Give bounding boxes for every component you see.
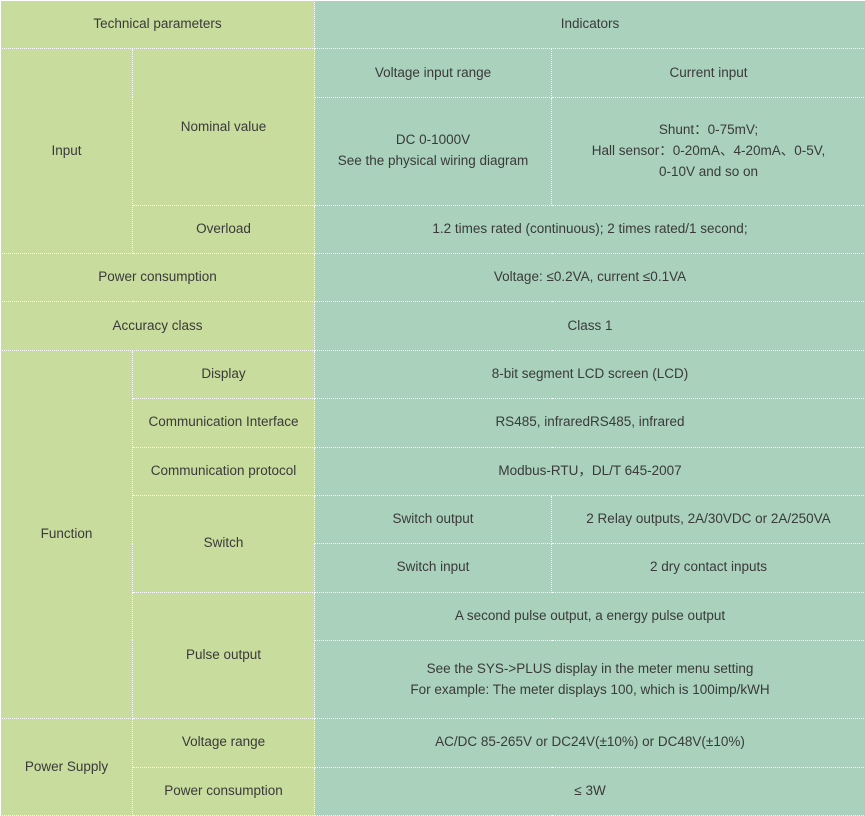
row-input-power-consumption: Power consumption Voltage: ≤0.2VA, curre… bbox=[0, 253, 865, 303]
row-display: Function Display 8-bit segment LCD scree… bbox=[0, 349, 865, 720]
section-label-input: Input bbox=[0, 48, 133, 255]
value-accuracy-class: Class 1 bbox=[314, 301, 865, 351]
row-label-supply-voltage-range: Voltage range bbox=[132, 718, 315, 768]
row-label-input-power-consumption: Power consumption bbox=[0, 253, 315, 303]
value-communication-protocol: Modbus-RTU，DL/T 645-2007 bbox=[314, 446, 865, 496]
row-label-overload: Overload bbox=[132, 204, 315, 255]
subheader-voltage-input-range: Voltage input range bbox=[314, 48, 552, 98]
value-display: 8-bit segment LCD screen (LCD) bbox=[314, 349, 865, 400]
sublabel-switch-output: Switch output bbox=[314, 494, 552, 545]
row-nominal-value-headers: Input Nominal value Voltage input range … bbox=[0, 48, 865, 255]
row-accuracy-class: Accuracy class Class 1 bbox=[0, 301, 865, 351]
subheader-current-input: Current input bbox=[551, 48, 865, 98]
value-supply-power-consumption: ≤ 3W bbox=[314, 766, 865, 816]
table-header-row: Technical parameters Indicators bbox=[0, 0, 865, 50]
value-switch-input: 2 dry contact inputs bbox=[551, 543, 865, 593]
value-voltage-input-range: DC 0-1000V See the physical wiring diagra… bbox=[314, 96, 552, 206]
row-label-supply-power-consumption: Power consumption bbox=[132, 766, 315, 816]
row-label-display: Display bbox=[132, 349, 315, 400]
value-switch-output: 2 Relay outputs, 2A/30VDC or 2A/250VA bbox=[551, 494, 865, 545]
row-label-accuracy-class: Accuracy class bbox=[0, 301, 315, 351]
row-label-communication-protocol: Communication protocol bbox=[132, 446, 315, 496]
section-label-power-supply: Power Supply bbox=[0, 718, 133, 816]
value-communication-interface: RS485, infraredRS485, infrared bbox=[314, 398, 865, 448]
technical-specification-table: Technical parameters Indicators Input No… bbox=[0, 0, 865, 816]
header-technical-parameters: Technical parameters bbox=[0, 0, 315, 50]
sublabel-switch-input: Switch input bbox=[314, 543, 552, 593]
value-current-input: Shunt：0-75mV; Hall sensor：0-20mA、4-20mA、0… bbox=[551, 96, 865, 206]
row-label-communication-interface: Communication Interface bbox=[132, 398, 315, 448]
section-label-function: Function bbox=[0, 349, 133, 720]
row-label-pulse-output: Pulse output bbox=[132, 591, 315, 720]
value-pulse-output-line2: See the SYS->PLUS display in the meter m… bbox=[314, 639, 865, 720]
value-pulse-output-line1: A second pulse output, a energy pulse ou… bbox=[314, 591, 865, 641]
row-label-switch: Switch bbox=[132, 494, 315, 593]
row-label-nominal-value: Nominal value bbox=[132, 48, 315, 206]
value-input-power-consumption: Voltage: ≤0.2VA, current ≤0.1VA bbox=[314, 253, 865, 303]
value-supply-voltage-range: AC/DC 85-265V or DC24V(±10%) or DC48V(±1… bbox=[314, 718, 865, 768]
row-supply-voltage-range: Power Supply Voltage range AC/DC 85-265V… bbox=[0, 718, 865, 816]
header-indicators: Indicators bbox=[314, 0, 865, 50]
value-overload: 1.2 times rated (continuous); 2 times ra… bbox=[314, 204, 865, 255]
